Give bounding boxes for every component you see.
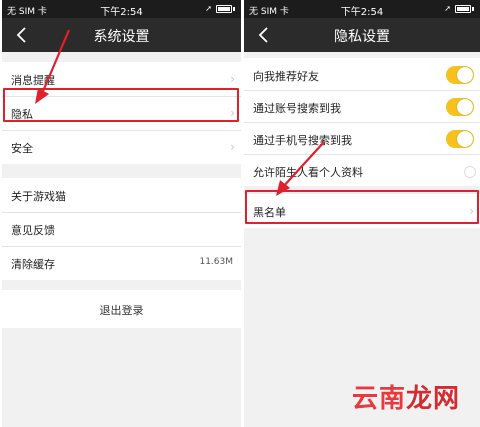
chevron-right-icon: › [230,140,235,154]
settings-item-security[interactable]: 安全 › [2,130,241,164]
settings-item-feedback[interactable]: 意见反馈 [2,212,241,246]
status-icons: ➚ [205,4,235,13]
toggle-switch[interactable] [446,66,474,84]
section-gap [2,164,241,178]
settings-item-label: 关于游戏猫 [11,190,66,203]
settings-group-2: 关于游戏猫 意见反馈 清除缓存 11.63M [2,178,241,280]
settings-item-about[interactable]: 关于游戏猫 [2,178,241,212]
toggle-switch[interactable] [464,166,476,178]
toggle-switch[interactable] [446,130,474,148]
status-bar: 无 SIM 卡 下午2:54 ➚ [2,0,241,18]
toggle-knob [457,67,473,83]
battery-icon [455,4,471,13]
nav-bar: 隐私设置 [244,18,480,52]
right-phone-screen: 无 SIM 卡 下午2:54 ➚ 隐私设置 向我推荐好友 通过账号搜索到我 通过… [244,0,480,427]
toggle-row-recommend-friends: 向我推荐好友 [244,58,480,90]
left-phone-screen: 无 SIM 卡 下午2:54 ➚ 系统设置 消息提醒 › 隐私 › 安全 › 关… [2,0,241,427]
battery-icon [216,4,232,13]
settings-item-label: 清除缓存 [11,258,55,271]
status-bar: 无 SIM 卡 下午2:54 ➚ [244,0,480,18]
toggle-knob [457,99,473,115]
battery-tip-icon [472,6,474,11]
battery-tip-icon [233,6,235,11]
red-arrow-icon [35,29,71,104]
red-arrow-icon [276,141,325,196]
screenshot-root: 无 SIM 卡 下午2:54 ➚ 系统设置 消息提醒 › 隐私 › 安全 › 关… [0,0,480,427]
settings-item-label: 意见反馈 [11,224,55,237]
settings-item-clear-cache[interactable]: 清除缓存 11.63M [2,246,241,280]
status-icons: ➚ [444,4,474,13]
page-title: 隐私设置 [334,29,390,45]
chevron-right-icon: › [230,72,235,86]
cache-size-value: 11.63M [199,257,233,267]
toggle-label: 向我推荐好友 [253,70,319,83]
location-icon: ➚ [205,4,212,13]
toggle-label: 通过账号搜索到我 [253,102,341,115]
settings-item-label: 安全 [11,142,33,155]
toggle-knob [457,131,473,147]
logout-button[interactable]: 退出登录 [2,290,241,328]
toggle-switch[interactable] [446,98,474,116]
site-watermark-logo: 云南龙网 [351,384,460,414]
location-icon: ➚ [444,4,451,13]
toggle-row-search-by-account: 通过账号搜索到我 [244,90,480,122]
section-gap [2,280,241,290]
